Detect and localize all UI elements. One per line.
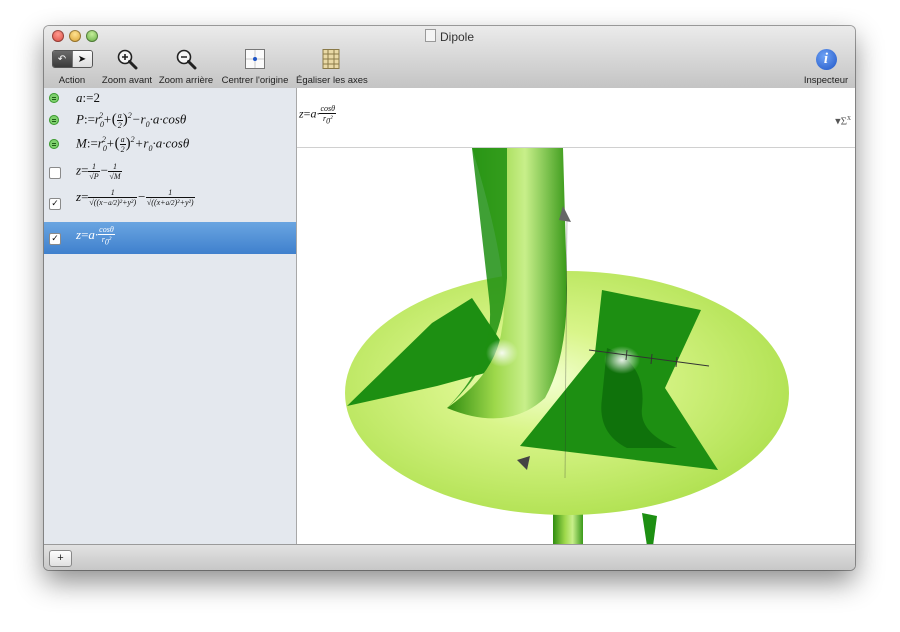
action-segmented-control[interactable]: ↶ ➤: [51, 50, 93, 68]
equalize-axes-label: Égaliser les axes: [296, 75, 368, 86]
visibility-checkbox[interactable]: [49, 167, 61, 179]
formula-editor[interactable]: z=a· cosθ r0² ▾Σx: [297, 88, 855, 148]
sum-icon[interactable]: ▾Σx: [835, 113, 851, 128]
rotate-icon[interactable]: ↶: [52, 51, 72, 67]
equation-formula: P:=r02+(a 2)2−r0·a·cosθ: [76, 111, 187, 130]
equation-formula: M:=r02+(a 2)2+r0·a·cosθ: [76, 135, 190, 154]
zoom-in-label: Zoom avant: [101, 75, 153, 86]
zoom-out-icon: [176, 49, 197, 70]
add-equation-button[interactable]: +: [49, 550, 72, 567]
zoom-in-icon: [117, 49, 138, 70]
app-window: Dipole ↶ ➤ Action Zoom avant Zoom arrièr…: [44, 26, 855, 570]
zoom-out-label: Zoom arrière: [158, 75, 214, 86]
ruler-icon: [322, 49, 340, 69]
center-origin-label: Centrer l'origine: [221, 75, 289, 86]
equation-formula: a:=2: [76, 90, 100, 105]
title-bar: Dipole ↶ ➤ Action Zoom avant Zoom arrièr…: [44, 26, 855, 89]
equation-formula: z= 1 √P −1 √M: [76, 162, 122, 181]
inspector-button[interactable]: i Inspecteur: [800, 48, 852, 86]
surface-plot[interactable]: [297, 148, 855, 544]
equation-list[interactable]: a:=2 P:=r02+(a 2)2−r0·a·cosθ M:=r02+(a 2)2…: [44, 88, 297, 544]
definition-icon: [49, 93, 59, 103]
equation-formula: z=a· cosθ r0²: [76, 225, 115, 247]
window-title-container: Dipole: [44, 29, 855, 44]
plus-icon: +: [57, 552, 64, 564]
surface-highlight: [604, 346, 640, 374]
definition-icon: [49, 139, 59, 149]
zoom-out-button[interactable]: Zoom arrière: [158, 48, 214, 86]
info-icon: i: [815, 48, 837, 70]
plot-canvas[interactable]: [297, 148, 855, 544]
equation-row-selected[interactable]: ✓ z=a· cosθ r0²: [44, 222, 296, 254]
equation-row[interactable]: z= 1 √P −1 √M: [44, 158, 296, 184]
pointer-icon[interactable]: ➤: [71, 51, 92, 67]
zoom-in-button[interactable]: Zoom avant: [100, 48, 154, 86]
crosshair-icon: [245, 49, 265, 69]
equation-row[interactable]: M:=r02+(a 2)2+r0·a·cosθ: [44, 132, 296, 156]
equation-row[interactable]: ✓ z= 1 √((x−a/2)²+y²) −1 √((x+a/2)²+y²): [44, 185, 296, 221]
center-origin-button[interactable]: Centrer l'origine: [220, 48, 290, 86]
tube-highlight: [486, 339, 518, 367]
equation-row[interactable]: a:=2: [44, 88, 296, 108]
definition-icon: [49, 115, 59, 125]
equalize-axes-button[interactable]: Égaliser les axes: [296, 48, 368, 86]
inspector-label: Inspecteur: [803, 75, 849, 86]
bottom-bar: +: [44, 544, 855, 570]
equation-formula: z= 1 √((x−a/2)²+y²) −1 √((x+a/2)²+y²): [76, 188, 195, 207]
visibility-checkbox[interactable]: ✓: [49, 198, 61, 210]
equation-row[interactable]: P:=r02+(a 2)2−r0·a·cosθ: [44, 108, 296, 132]
window-title: Dipole: [439, 30, 475, 44]
document-icon: [424, 29, 436, 42]
action-label: Action: [58, 75, 86, 86]
visibility-checkbox[interactable]: ✓: [49, 233, 61, 245]
current-formula: z=a· cosθ r0²: [299, 104, 337, 126]
action-tool[interactable]: ↶ ➤ Action: [50, 48, 94, 86]
surface-fragment: [642, 513, 657, 544]
